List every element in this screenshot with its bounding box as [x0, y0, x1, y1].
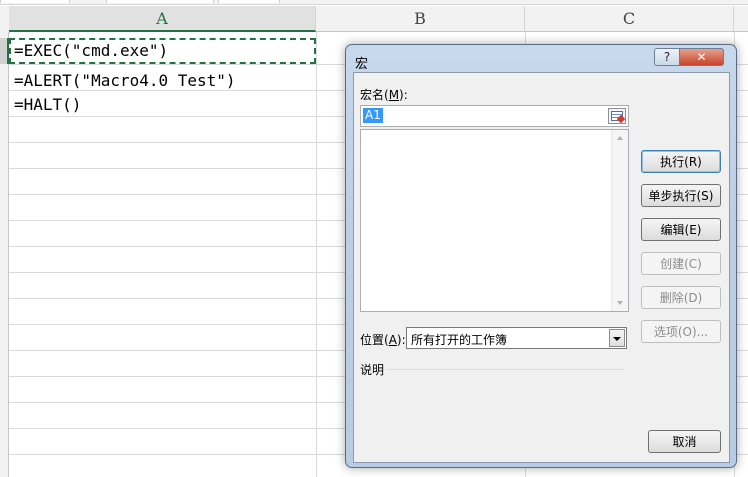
tab-stub[interactable]	[0, 0, 70, 3]
close-icon: ✕	[696, 50, 707, 64]
tab-stub[interactable]	[106, 0, 214, 3]
macros-in-value: 所有打开的工作簿	[411, 333, 508, 347]
cell-a3[interactable]: =HALT()	[14, 92, 81, 118]
row-header-strip[interactable]	[0, 32, 9, 477]
description-divider	[387, 369, 625, 370]
list-scrollbar[interactable]	[611, 130, 628, 311]
run-button[interactable]: 执行(R)	[641, 150, 721, 173]
delete-button[interactable]: 删除(D)	[641, 286, 721, 309]
options-button[interactable]: 选项(O)...	[641, 320, 721, 343]
macro-name-value: A1	[363, 108, 383, 123]
workbook-tab-strip	[0, 0, 748, 5]
scroll-up-icon[interactable]	[617, 136, 623, 140]
macros-in-dropdown[interactable]: 所有打开的工作簿	[406, 327, 627, 349]
cell-a2[interactable]: =ALERT("Macro4.0 Test")	[14, 68, 236, 94]
help-button[interactable]: ?	[654, 48, 680, 66]
description-label: 说明	[360, 363, 385, 377]
column-header-b[interactable]: B	[316, 6, 525, 32]
step-into-button[interactable]: 单步执行(S)	[641, 184, 721, 207]
col-divider	[316, 32, 317, 477]
macro-name-label: 宏名(M):	[360, 88, 408, 102]
title-bar-buttons: ? ✕	[654, 48, 724, 66]
column-header-a[interactable]: A	[9, 6, 316, 32]
tab-stub[interactable]	[218, 0, 280, 3]
active-cell-marquee	[9, 38, 316, 64]
close-button[interactable]: ✕	[680, 48, 724, 66]
chevron-down-icon[interactable]	[609, 329, 625, 347]
help-icon: ?	[663, 50, 671, 64]
macro-dialog: 宏 ? ✕ 宏名(M): A1 执行(R) 单步执行(S) 编辑(E) 创建(C…	[345, 44, 737, 468]
row-header-selected[interactable]	[0, 38, 9, 64]
macro-list[interactable]	[360, 129, 629, 312]
cancel-button[interactable]: 取消	[648, 430, 721, 453]
dialog-client-area: 宏名(M): A1 执行(R) 单步执行(S) 编辑(E) 创建(C) 删除(D…	[353, 72, 730, 463]
column-header-d[interactable]	[734, 6, 748, 32]
collapse-dialog-icon[interactable]	[608, 108, 626, 124]
dialog-title: 宏	[355, 57, 369, 72]
edit-button[interactable]: 编辑(E)	[641, 218, 721, 241]
scroll-down-icon[interactable]	[617, 301, 623, 305]
location-label: 位置(A):	[360, 333, 406, 347]
create-button[interactable]: 创建(C)	[641, 252, 721, 275]
column-header-c[interactable]: C	[525, 6, 734, 32]
macro-name-input[interactable]: A1	[360, 105, 629, 127]
